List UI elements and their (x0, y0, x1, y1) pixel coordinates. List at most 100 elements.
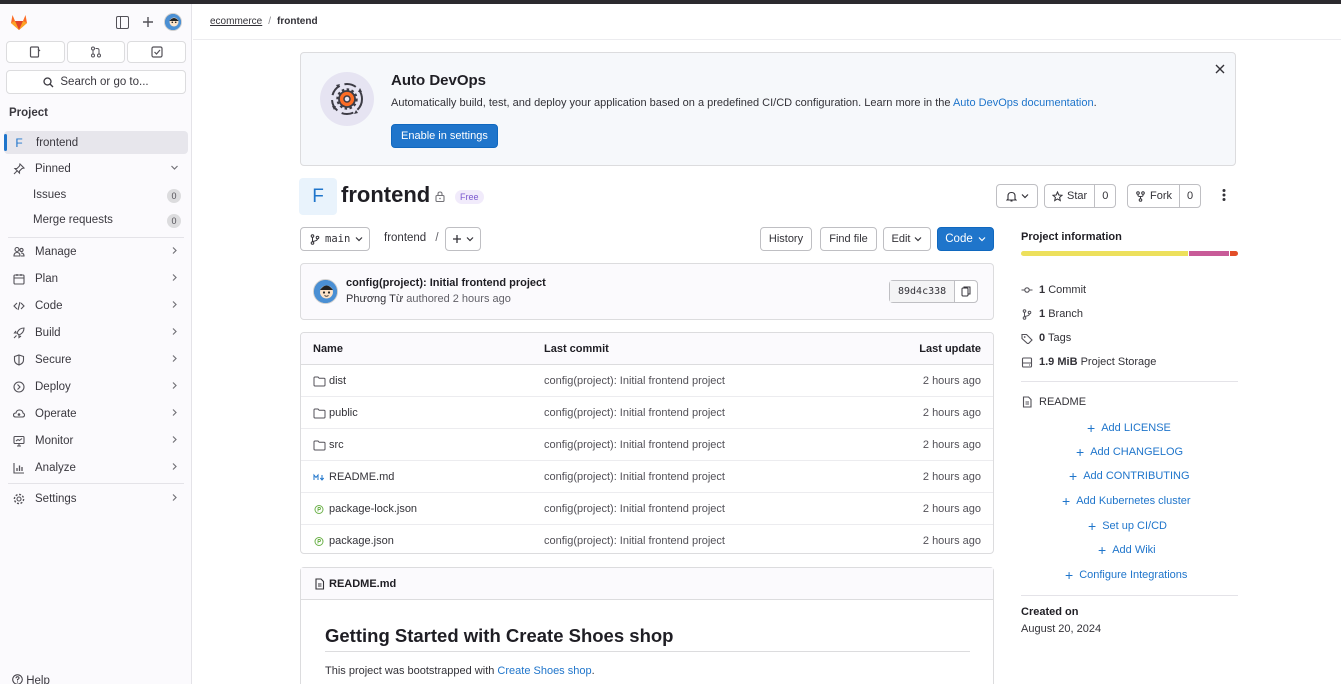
add-to-tree-button[interactable] (445, 227, 481, 251)
commit-title-link[interactable]: config(project): Initial frontend projec… (346, 277, 546, 289)
language-segment[interactable] (1021, 251, 1188, 256)
storage-stat[interactable]: 1.9 MiB Project Storage (1021, 356, 1156, 368)
file-commit-link[interactable]: config(project): Initial frontend projec… (544, 535, 725, 547)
copy-sha-icon[interactable] (955, 281, 977, 302)
set-up-ci-cd-link[interactable]: + Set up CI/CD (1088, 518, 1167, 534)
breadcrumb-project-link[interactable]: frontend (277, 16, 318, 27)
info-divider (1021, 595, 1238, 596)
chevron-right-icon (170, 435, 179, 447)
star-button[interactable]: Star (1045, 185, 1094, 207)
sidebar-item-code[interactable]: Code (4, 294, 188, 317)
file-name-link[interactable]: package-lock.json (329, 503, 417, 515)
add-contributing-link[interactable]: + Add CONTRIBUTING (1069, 468, 1190, 484)
language-segment[interactable] (1230, 251, 1238, 256)
sidebar-item-plan[interactable]: Plan (4, 267, 188, 290)
search-button[interactable]: Search or go to... (6, 70, 186, 94)
chevron-right-icon (170, 381, 179, 393)
file-name-link[interactable]: package.json (329, 535, 394, 547)
star-count[interactable]: 0 (1094, 185, 1115, 207)
code-dropdown-button[interactable]: Code (937, 227, 994, 251)
close-icon[interactable] (1215, 61, 1225, 77)
sidebar-item-analyze[interactable]: Analyze (4, 456, 188, 479)
commit-author-avatar[interactable] (313, 279, 338, 304)
sidebar-item-label: Analyze (35, 461, 76, 474)
sidebar-item-pinned[interactable]: Pinned (4, 157, 188, 180)
sidebar-item-manage[interactable]: Manage (4, 240, 188, 263)
language-bar[interactable] (1021, 251, 1238, 256)
table-row[interactable]: package.json config(project): Initial fr… (301, 525, 993, 553)
sidebar-item-issues[interactable]: Issues (33, 189, 66, 201)
file-commit-link[interactable]: config(project): Initial frontend projec… (544, 375, 725, 387)
gear-icon (12, 492, 26, 506)
table-row[interactable]: public config(project): Initial frontend… (301, 397, 993, 429)
auto-devops-docs-link[interactable]: Auto DevOps documentation (953, 97, 1094, 109)
file-commit-link[interactable]: config(project): Initial frontend projec… (544, 407, 725, 419)
file-commit-link[interactable]: config(project): Initial frontend projec… (544, 503, 725, 515)
user-avatar[interactable] (164, 13, 182, 31)
file-name-link[interactable]: src (329, 439, 344, 451)
file-updated: 2 hours ago (922, 439, 981, 451)
fork-count[interactable]: 0 (1179, 185, 1200, 207)
sidebar-item-merge-requests[interactable]: Merge requests (33, 214, 113, 226)
commits-stat[interactable]: 1 Commit (1021, 284, 1086, 296)
commit-icon (1021, 287, 1033, 293)
configure-integrations-label: Configure Integrations (1079, 569, 1188, 581)
table-row[interactable]: README.md config(project): Initial front… (301, 461, 993, 493)
commit-author-link[interactable]: Phương Từ (346, 293, 403, 305)
branch-selector[interactable]: main (300, 227, 370, 251)
history-button[interactable]: History (760, 227, 812, 251)
repo-path-project-link[interactable]: frontend (384, 232, 426, 244)
merge-requests-shortcut-icon[interactable] (66, 41, 126, 63)
sidebar-item-build[interactable]: Build (4, 321, 188, 344)
chevron-right-icon (170, 300, 179, 312)
readme-link-stat[interactable]: README (1021, 396, 1086, 408)
tags-stat[interactable]: 0 Tags (1021, 332, 1071, 344)
sidebar-item-monitor[interactable]: Monitor (4, 429, 188, 452)
configure-integrations-link[interactable]: + Configure Integrations (1065, 567, 1187, 583)
collapse-sidebar-icon[interactable] (112, 12, 132, 32)
file-commit-link[interactable]: config(project): Initial frontend projec… (544, 439, 725, 451)
fork-button[interactable]: Fork (1128, 185, 1179, 207)
table-row[interactable]: package-lock.json config(project): Initi… (301, 493, 993, 525)
file-commit-link[interactable]: config(project): Initial frontend projec… (544, 471, 725, 483)
project-info-title: Project information (1021, 231, 1122, 243)
sidebar-item-project[interactable]: F frontend (4, 131, 188, 154)
last-commit-panel: config(project): Initial frontend projec… (300, 263, 994, 320)
sidebar-item-settings[interactable]: Settings (4, 487, 188, 510)
add-changelog-link[interactable]: + Add CHANGELOG (1076, 444, 1183, 460)
issues-shortcut-icon[interactable] (6, 41, 65, 63)
commit-sha-link[interactable]: 89d4c338 (890, 281, 956, 302)
sidebar-item-secure[interactable]: Secure (4, 348, 188, 371)
create-new-icon[interactable] (138, 12, 158, 32)
gitlab-logo-icon[interactable] (9, 12, 29, 32)
help-button[interactable]: Help (12, 674, 50, 684)
plan-badge: Free (455, 190, 484, 204)
file-updated: 2 hours ago (922, 535, 981, 547)
readme-filename-link[interactable]: README.md (329, 578, 396, 590)
breadcrumb-group-link[interactable]: ecommerce (210, 16, 262, 27)
language-segment[interactable] (1188, 251, 1230, 256)
table-row[interactable]: src config(project): Initial frontend pr… (301, 429, 993, 461)
star-label: Star (1067, 190, 1088, 202)
enable-in-settings-button[interactable]: Enable in settings (391, 124, 498, 148)
sidebar-item-deploy[interactable]: Deploy (4, 375, 188, 398)
add-wiki-link[interactable]: + Add Wiki (1098, 542, 1156, 558)
search-label: Search or go to... (60, 76, 149, 88)
file-name-link[interactable]: README.md (329, 471, 394, 483)
edit-dropdown-button[interactable]: Edit (883, 227, 931, 251)
more-actions-icon[interactable] (1222, 188, 1226, 205)
notifications-button[interactable] (996, 184, 1038, 208)
todos-shortcut-icon[interactable] (127, 41, 187, 63)
add-license-link[interactable]: + Add LICENSE (1087, 420, 1171, 436)
chevron-down-icon (1021, 194, 1028, 199)
find-file-button[interactable]: Find file (820, 227, 877, 251)
sidebar-item-operate[interactable]: Operate (4, 402, 188, 425)
table-row[interactable]: dist config(project): Initial frontend p… (301, 365, 993, 397)
plus-icon: + (1069, 468, 1078, 484)
sidebar-item-label: frontend (36, 136, 79, 149)
file-name-link[interactable]: dist (329, 375, 346, 387)
add-kubernetes-cluster-link[interactable]: + Add Kubernetes cluster (1062, 493, 1191, 509)
file-name-link[interactable]: public (329, 407, 358, 419)
branches-stat[interactable]: 1 Branch (1021, 308, 1083, 320)
readme-link[interactable]: Create Shoes shop (497, 665, 591, 677)
